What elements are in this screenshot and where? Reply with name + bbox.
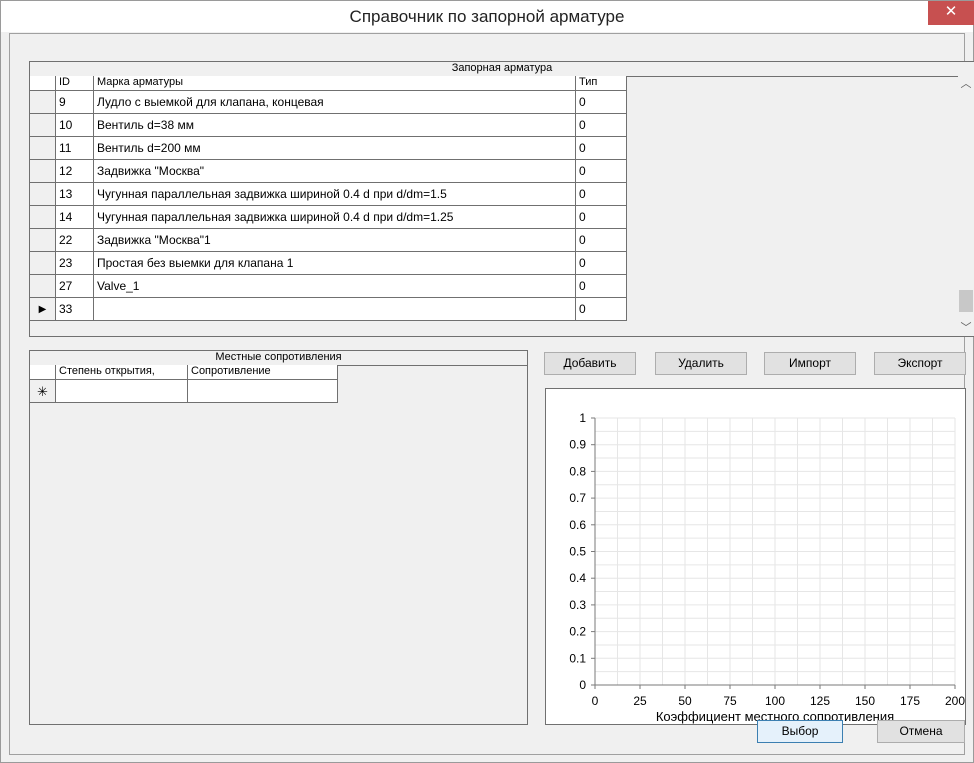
valve-cell-name[interactable] [94,298,576,321]
valves-corner-header [30,76,56,91]
x-tick-label: 25 [633,694,647,708]
dialog-client: Запорная арматура ID Марка арматуры Тип … [9,33,974,755]
resistances-corner-header [30,365,56,380]
x-tick-label: 75 [723,694,737,708]
scrollbar-thumb[interactable] [959,290,973,312]
resistances-grid: Местные сопротивления Степень открытия, … [29,350,528,725]
valve-cell-type[interactable]: 0 [576,160,627,183]
valve-cell-id[interactable]: 9 [56,91,94,114]
valve-cell-name[interactable]: Чугунная параллельная задвижка шириной 0… [94,206,576,229]
valve-cell-type[interactable]: 0 [576,252,627,275]
valve-cell-name[interactable]: Простая без выемки для клапана 1 [94,252,576,275]
chevron-up-icon[interactable]: ︿ [958,76,974,92]
x-tick-label: 100 [765,694,785,708]
valve-cell-type[interactable]: 0 [576,298,627,321]
valve-cell-name[interactable]: Лудло с выемкой для клапана, концевая [94,91,576,114]
valve-cell-type[interactable]: 0 [576,137,627,160]
cancel-button[interactable]: Отмена [877,720,965,743]
row-header[interactable] [30,252,56,275]
chart-canvas: 0 0.1 0.2 0.3 0.4 0.5 0.6 0.7 0.8 0.9 1 0 25 50 75 100 1… [569,411,965,724]
x-tick-label: 0 [592,694,599,708]
y-tick-label: 1 [579,411,586,425]
column-header-name[interactable]: Марка арматуры [94,76,576,91]
column-header-type[interactable]: Тип [576,76,627,91]
valve-cell-name[interactable]: Задвижка "Москва" [94,160,576,183]
x-tick-label: 125 [810,694,830,708]
new-row-opening-cell[interactable] [56,380,188,403]
row-header[interactable] [30,183,56,206]
valves-scrollbar[interactable]: ︿ ﹀ [958,76,974,336]
y-tick-label: 0.4 [569,571,586,585]
delete-button[interactable]: Удалить [655,352,747,375]
y-tick-label: 0.7 [569,491,586,505]
import-button[interactable]: Импорт [764,352,856,375]
resistances-grid-caption: Местные сопротивления [30,351,527,366]
asterisk-icon: ✳ [30,380,56,403]
y-tick-label: 0.8 [569,464,586,478]
valve-cell-type[interactable]: 0 [576,183,627,206]
y-tick-label: 0.2 [569,625,586,639]
y-tick-label: 0 [579,678,586,692]
valve-cell-type[interactable]: 0 [576,206,627,229]
valve-cell-type[interactable]: 0 [576,91,627,114]
valve-cell-id[interactable]: 13 [56,183,94,206]
close-icon[interactable]: ✕ [928,1,974,25]
x-tick-label: 175 [900,694,920,708]
valve-cell-name[interactable]: Valve_1 [94,275,576,298]
title-bar: Справочник по запорной арматуре ✕ [1,1,974,32]
column-header-opening[interactable]: Степень открытия, [56,365,188,380]
valve-cell-id[interactable]: 11 [56,137,94,160]
valve-cell-id[interactable]: 27 [56,275,94,298]
row-header[interactable] [30,229,56,252]
valve-cell-id[interactable]: 33 [56,298,94,321]
valves-grid-caption: Запорная арматура [30,62,974,77]
valve-cell-name[interactable]: Чугунная параллельная задвижка шириной 0… [94,183,576,206]
y-tick-label: 0.5 [569,545,586,559]
y-tick-label: 0.6 [569,518,586,532]
row-pointer-icon[interactable]: ▶ [30,298,56,321]
row-header[interactable] [30,137,56,160]
valve-cell-id[interactable]: 12 [56,160,94,183]
export-button[interactable]: Экспорт [874,352,966,375]
resistance-chart: 0 0.1 0.2 0.3 0.4 0.5 0.6 0.7 0.8 0.9 1 0 25 50 75 100 1… [545,388,966,725]
x-tick-label: 200 [945,694,965,708]
valve-cell-id[interactable]: 22 [56,229,94,252]
x-tick-label: 50 [678,694,692,708]
valves-grid: Запорная арматура ID Марка арматуры Тип … [29,61,974,337]
x-tick-label: 150 [855,694,875,708]
y-tick-label: 0.9 [569,438,586,452]
valve-cell-name[interactable]: Вентиль d=38 мм [94,114,576,137]
row-header[interactable] [30,91,56,114]
row-header[interactable] [30,206,56,229]
valve-cell-type[interactable]: 0 [576,275,627,298]
valve-cell-id[interactable]: 23 [56,252,94,275]
window-title: Справочник по запорной арматуре [349,7,625,26]
valve-cell-type[interactable]: 0 [576,114,627,137]
dialog-window: Справочник по запорной арматуре ✕ Запорн… [0,0,974,763]
y-tick-label: 0.1 [569,651,586,665]
row-header[interactable] [30,160,56,183]
column-header-resistance[interactable]: Сопротивление [188,365,338,380]
row-header[interactable] [30,114,56,137]
row-header[interactable] [30,275,56,298]
valve-cell-type[interactable]: 0 [576,229,627,252]
valve-cell-id[interactable]: 10 [56,114,94,137]
add-button[interactable]: Добавить [544,352,636,375]
valve-cell-name[interactable]: Вентиль d=200 мм [94,137,576,160]
new-row-resistance-cell[interactable] [188,380,338,403]
valve-cell-id[interactable]: 14 [56,206,94,229]
column-header-id[interactable]: ID [56,76,94,91]
y-tick-label: 0.3 [569,598,586,612]
chevron-down-icon[interactable]: ﹀ [958,320,974,336]
valve-cell-name[interactable]: Задвижка "Москва"1 [94,229,576,252]
select-button[interactable]: Выбор [757,720,843,743]
